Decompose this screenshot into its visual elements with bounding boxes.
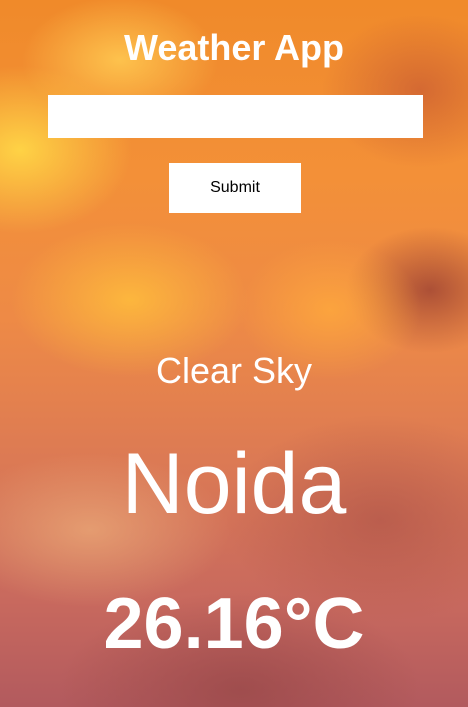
temperature-value: 26.16°C	[103, 584, 365, 664]
page-title: Weather App	[123, 27, 345, 68]
city-search-input[interactable]	[48, 95, 423, 138]
city-name: Noida	[121, 436, 347, 532]
submit-button[interactable]: Submit	[169, 163, 301, 213]
weather-app: Weather App Submit Clear Sky Noida 26.16…	[0, 0, 468, 707]
weather-description: Clear Sky	[155, 350, 313, 391]
